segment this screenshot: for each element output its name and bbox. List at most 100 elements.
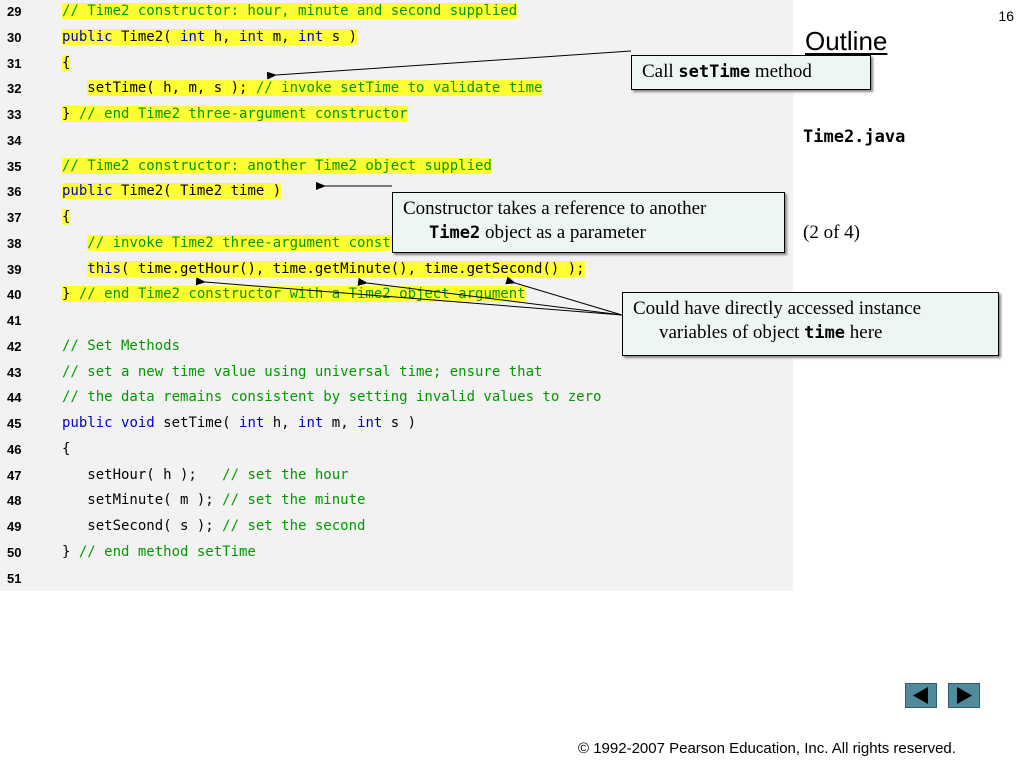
line-number: 48 (7, 493, 22, 509)
callout-code: setTime (678, 62, 751, 82)
code-token: ( time.getHour(), time.getMinute(), time… (121, 260, 585, 277)
code-line: 29 // Time2 constructor: hour, minute and… (0, 1, 793, 27)
code-token: // end Time2 three-argument constructor (78, 106, 408, 122)
code-text: { (62, 440, 70, 458)
code-line: 43 // set a new time value using universa… (0, 362, 793, 388)
code-line: 47 setHour( h ); // set the hour (0, 465, 793, 491)
code-token: // the data remains consistent by settin… (62, 389, 602, 406)
left-triangle-icon (913, 687, 928, 704)
callout-instance-variables: Could have directly accessed instance va… (622, 292, 999, 356)
code-token: int (298, 28, 324, 45)
line-number: 33 (7, 107, 22, 122)
callout-text: Call (642, 61, 679, 82)
line-number: 31 (7, 55, 22, 71)
callout-call-settime: Call setTime method (631, 55, 871, 90)
code-token: s ) (323, 28, 358, 45)
code-token: setHour( h ); (62, 466, 223, 483)
callout-line: variables of object time here (633, 321, 988, 345)
code-token: { (62, 440, 71, 457)
code-token: } (62, 286, 79, 303)
line-number: 30 (7, 29, 22, 45)
previous-slide-button[interactable] (905, 683, 937, 708)
code-token: Time2( (112, 28, 181, 45)
code-token: { (62, 209, 71, 225)
code-text: public Time2( Time2 time ) (62, 182, 282, 200)
code-text: // Set Methods (62, 337, 180, 355)
code-token: m, (264, 28, 299, 45)
callout-line: Time2 object as a parameter (403, 221, 774, 245)
code-text: public void setTime( int h, int m, int s… (62, 414, 416, 432)
code-token: // end method setTime (78, 543, 256, 560)
code-token: } (62, 543, 79, 560)
line-number: 35 (7, 158, 22, 174)
line-number: 51 (7, 570, 22, 586)
file-name: Time2.java (803, 127, 906, 147)
code-line: 39 this( time.getHour(), time.getMinute(… (0, 259, 793, 285)
code-token: // set the hour (222, 466, 349, 483)
copyright-notice: © 1992-2007 Pearson Education, Inc. All … (578, 740, 956, 757)
right-triangle-icon (957, 687, 972, 704)
line-number: 37 (7, 210, 22, 225)
code-text: setSecond( s ); // set the second (62, 517, 365, 535)
code-token: this (87, 260, 122, 277)
slide-number: 16 (998, 8, 1014, 24)
code-token: int (239, 28, 265, 45)
code-text: // invoke Time2 three-argument construct… (62, 234, 442, 252)
code-token: // Time2 constructor: another Time2 obje… (62, 157, 492, 174)
line-number: 45 (7, 416, 22, 431)
code-token: void (121, 415, 155, 431)
code-line: 50} // end method setTime (0, 542, 793, 568)
code-token: h, (205, 28, 240, 45)
callout-line: Constructor takes a reference to another (403, 198, 707, 219)
line-number: 42 (7, 338, 22, 354)
outline-title[interactable]: Outline (805, 26, 887, 57)
code-text: // the data remains consistent by settin… (62, 388, 601, 406)
code-token: setMinute( m ); (62, 492, 223, 509)
line-number: 41 (7, 313, 22, 328)
code-line: 35 // Time2 constructor: another Time2 ob… (0, 156, 793, 182)
line-number: 49 (7, 519, 22, 534)
code-token: // set the minute (222, 492, 366, 509)
code-line: 44 // the data remains consistent by sett… (0, 387, 793, 413)
line-number: 46 (7, 441, 22, 457)
code-token: // Set Methods (62, 337, 181, 354)
callout-constructor-reference: Constructor takes a reference to another… (392, 192, 785, 253)
page-indicator: (2 of 4) (803, 222, 860, 243)
code-token: public (62, 183, 113, 200)
line-number: 39 (7, 261, 22, 277)
line-number: 32 (7, 81, 22, 97)
callout-code: Time2 (429, 223, 481, 243)
code-text: setTime( h, m, s ); // invoke setTime to… (62, 79, 543, 97)
code-token: int (298, 415, 324, 431)
code-token: // Time2 constructor: hour, minute and s… (62, 3, 518, 19)
code-text: public Time2( int h, int m, int s ) (62, 28, 358, 46)
code-token: public (62, 415, 113, 431)
code-text: // Time2 constructor: hour, minute and s… (62, 2, 518, 20)
code-text: this( time.getHour(), time.getMinute(), … (62, 260, 585, 278)
callout-text: object as a parameter (480, 222, 646, 243)
next-slide-button[interactable] (948, 683, 980, 708)
code-token: int (180, 28, 206, 45)
code-text: } // end method setTime (62, 543, 256, 561)
code-token: s ) (382, 415, 417, 431)
code-line: 48 setMinute( m ); // set the minute (0, 490, 793, 516)
code-text: } // end Time2 constructor with a Time2 … (62, 285, 526, 303)
code-token: setTime( h, m, s ); (87, 80, 256, 97)
code-text: // Time2 constructor: another Time2 obje… (62, 157, 492, 175)
code-token: setTime( (154, 415, 240, 431)
code-token: // set a new time value using universal … (62, 363, 543, 380)
callout-text: method (750, 61, 812, 82)
code-line: 46 { (0, 439, 793, 465)
code-token: // end Time2 constructor with a Time2 ob… (78, 286, 526, 303)
code-text: { (62, 208, 71, 226)
code-line: 51 (0, 568, 793, 594)
callout-line: Could have directly accessed instance (633, 298, 922, 319)
line-number: 34 (7, 132, 22, 148)
line-number: 29 (7, 4, 22, 19)
code-token: int (239, 415, 265, 431)
line-number: 38 (7, 235, 22, 251)
code-token: // invoke setTime to validate time (255, 80, 543, 97)
code-line: 34 (0, 130, 793, 156)
code-line: 45 public void setTime( int h, int m, int… (0, 413, 793, 439)
